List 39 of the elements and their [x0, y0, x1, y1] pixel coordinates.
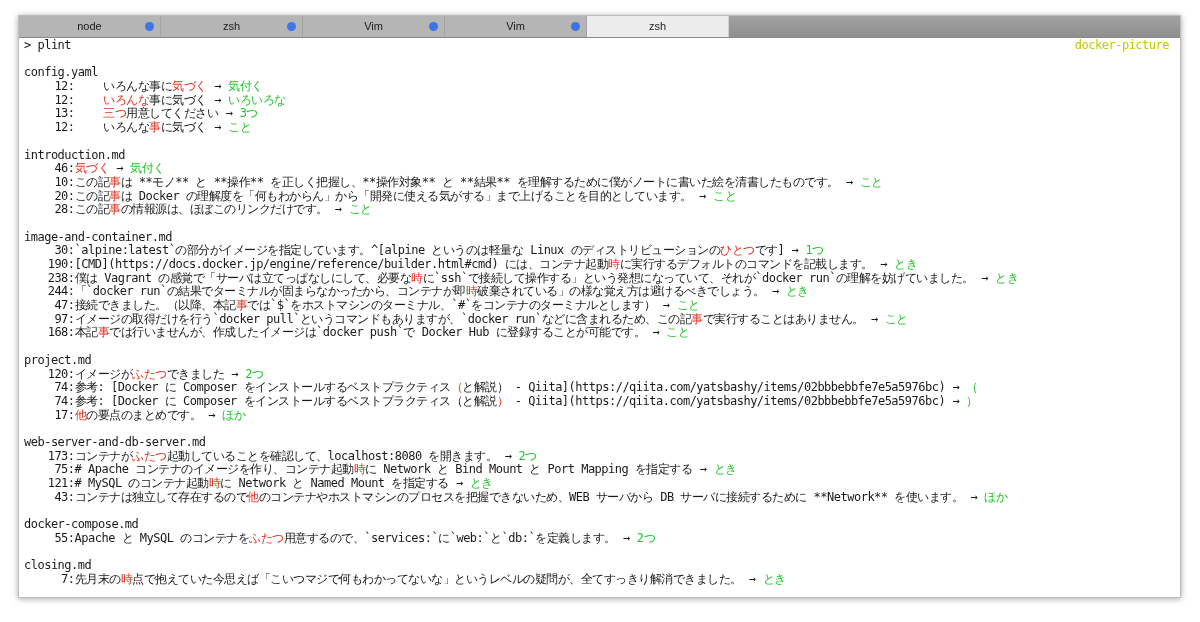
tab[interactable]: Vim: [303, 16, 445, 37]
lint-result-line: 190:[CMD](https://docs.docker.jp/engine/reference/builder.html#cmd) には、コンテナ起動時に実行するデフォルトのコマンドを記載します。 → とき: [46, 257, 918, 271]
lint-result-line: 173:コンテナがふたつ起動していることを確認して、localhost:8080 を開きます。 → 2つ: [46, 448, 537, 463]
file-name: web-server-and-db-server.md: [24, 434, 206, 449]
lint-result-line: 120:イメージがふたつできました → 2つ: [47, 366, 264, 381]
file-name: project.md: [24, 352, 92, 367]
tab[interactable]: zsh: [161, 16, 303, 37]
lint-result-line: 74:参考: [Docker に Composer をインストールするベストプラクティス（と解説） - Qiita](https://qiita.com/yatsbashy/items/02bbbebbfe7e5a5976bc) → ）: [53, 393, 978, 408]
directory-label: docker-picture: [1074, 39, 1169, 53]
lint-result-line: 75:# Apache コンテナのイメージを作り、コンテナ起動時に Network と Bind Mount と Port Mapping を指定する → とき: [53, 462, 737, 477]
lint-result-line: 28:この記事の情報源は、ほぼこのリンクだけです。 → こと: [53, 202, 372, 217]
command-line: > plint: [24, 39, 72, 53]
lint-result-line: 12: いろんな事に気づく → こと: [53, 120, 252, 135]
file-name: config.yaml: [24, 65, 98, 80]
lint-result-line: 20:この記事は Docker の理解度を「何もわからん」から「開発に使える気がする」まで上げることを目的としています。 → こと: [53, 188, 737, 203]
lint-result-line: 17:他の要点のまとめです。 → ほか: [53, 407, 246, 422]
file-name: image-and-container.md: [24, 229, 172, 244]
lint-result-line: 121:# MySQL のコンテナ起動時に Network と Named Mount を指定する → とき: [46, 476, 493, 490]
lint-result-line: 74:参考: [Docker に Composer をインストールするベストプラクティス（と解説） - Qiita](https://qiita.com/yatsbashy/items/02bbbebbfe7e5a5976bc) → （: [53, 380, 978, 395]
lint-result-line: 97:イメージの取得だけを行う`docker pull`というコマンドもありますが、`docker run`などに含まれるため、この記事で実行することはありません。 → こと: [53, 311, 908, 326]
lint-result-line: 13: 三つ用意してください → 3つ: [53, 106, 258, 121]
tab[interactable]: Vim: [445, 16, 587, 37]
file-name: introduction.md: [24, 147, 125, 162]
tab[interactable]: node: [19, 16, 161, 37]
lint-result-line: 12: いろんな事に気づく → いろいろな: [53, 92, 286, 107]
lint-result-line: 46:気づく → 気付く: [53, 161, 165, 176]
file-name: closing.md: [24, 558, 92, 573]
lint-result-line: 30:`alpine:latest`の部分がイメージを指定しています。^[alpine というのは軽量な Linux のディストリビューションのひとつです] → 1つ: [54, 243, 824, 258]
tab[interactable]: zsh: [587, 16, 729, 37]
lint-result-line: 238:僕は Vagrant の感覚で「サーバは立てっぱなしにして、必要な時に`ssh`で接続して操作する」という発想になっていて、それが`docker run`の理解を妨げていました。 → とき: [46, 270, 1019, 285]
lint-result-line: 43:コンテナは独立して存在するので他のコンテナやホストマシンのプロセスを把握できないため、WEB サーバから DB サーバに接続するために **Network** を使います。 → ほか: [53, 489, 1008, 504]
lint-result-line: 10:この記事は **モノ** と **操作** を正しく把握し、**操作対象** と **結果** を理解するために僕がノートに書いた絵を清書したものです。 → こと: [53, 174, 883, 189]
lint-result-line: 244:「`docker run`の結果でターミナルが固まらなかったから、コンテナが即時破棄されている」の様な覚え方は避けるべきでしょう。 → とき: [46, 284, 809, 299]
lint-result-line: 168:本記事では行いませんが、作成したイメージは`docker push`で Docker Hub に登録することが可能です。 → こと: [46, 325, 690, 340]
lint-result-line: 47:接続できました。（以降、本記事では`$`をホストマシンのターミナル、`#`をコンテナのターミナルとします） → こと: [53, 298, 700, 313]
lint-result-line: 12: いろんな事に気づく → 気付く: [53, 79, 263, 94]
file-name: docker-compose.md: [24, 517, 139, 532]
lint-result-line: 7:先月末の時点で抱えていた今思えば「こいつマジで何もわかってないな」というレベルの疑問が、全てすっきり解消できました。 → とき: [61, 571, 786, 586]
lint-result-line: 55:Apache と MySQL のコンテナをふたつ用意するので、`services:`に`web:`と`db:`を定義します。 → 2つ: [54, 530, 656, 545]
